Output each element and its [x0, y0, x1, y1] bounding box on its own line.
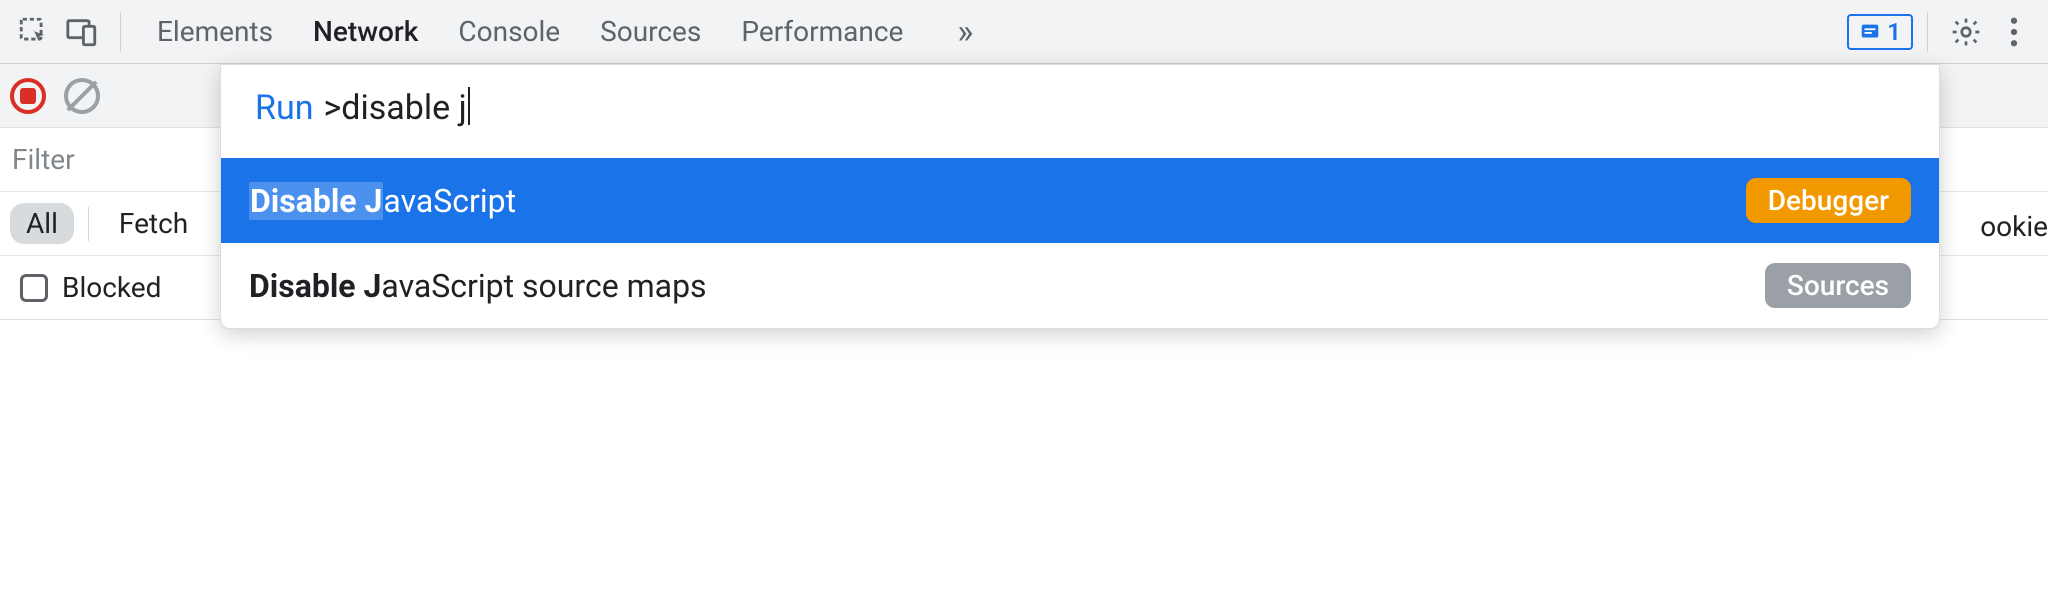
settings-gear-icon[interactable]	[1942, 8, 1990, 56]
panel-tabs: Elements Network Console Sources Perform…	[155, 8, 989, 56]
match-highlight: Disable J	[249, 182, 383, 220]
cookie-text-fragment: ookie	[1980, 210, 2048, 243]
filter-pill-all[interactable]: All	[10, 203, 74, 244]
clear-log-icon[interactable]	[64, 78, 100, 114]
text-cursor-icon	[468, 87, 470, 125]
divider	[120, 12, 121, 52]
item-rest: avaScript	[383, 182, 516, 220]
item-rest: avaScript source maps	[381, 267, 706, 305]
tab-sources[interactable]: Sources	[598, 11, 703, 52]
kebab-menu-icon[interactable]	[1990, 8, 2038, 56]
blocked-checkbox[interactable]	[20, 274, 48, 302]
panel-badge-sources: Sources	[1765, 263, 1911, 308]
more-tabs-icon[interactable]: »	[941, 8, 989, 56]
run-prefix: Run	[255, 88, 313, 128]
palette-item-disable-js-source-maps[interactable]: Disable JavaScript source maps Sources	[221, 243, 1939, 328]
divider	[88, 207, 89, 241]
devtools-top-tabbar: Elements Network Console Sources Perform…	[0, 0, 2048, 64]
filter-input[interactable]: Filter	[12, 143, 75, 176]
record-button[interactable]	[10, 78, 46, 114]
issues-badge[interactable]: 1	[1847, 14, 1913, 50]
issues-count: 1	[1887, 18, 1901, 46]
divider	[1927, 12, 1928, 52]
tab-performance[interactable]: Performance	[739, 11, 905, 52]
palette-query: >disable j	[323, 87, 469, 128]
tab-network[interactable]: Network	[311, 11, 420, 52]
palette-item-disable-javascript[interactable]: Disable JavaScript Debugger	[221, 158, 1939, 243]
command-palette-input-row[interactable]: Run >disable j	[221, 65, 1939, 158]
match-highlight: Disable J	[249, 267, 381, 305]
command-palette: Run >disable j Disable JavaScript Debugg…	[220, 64, 1940, 329]
panel-badge-debugger: Debugger	[1746, 178, 1911, 223]
inspect-element-icon[interactable]	[10, 8, 58, 56]
blocked-label: Blocked	[62, 271, 161, 304]
tab-elements[interactable]: Elements	[155, 11, 275, 52]
tab-console[interactable]: Console	[456, 11, 562, 52]
filter-pill-fetch[interactable]: Fetch	[103, 203, 204, 244]
device-toolbar-icon[interactable]	[58, 8, 106, 56]
